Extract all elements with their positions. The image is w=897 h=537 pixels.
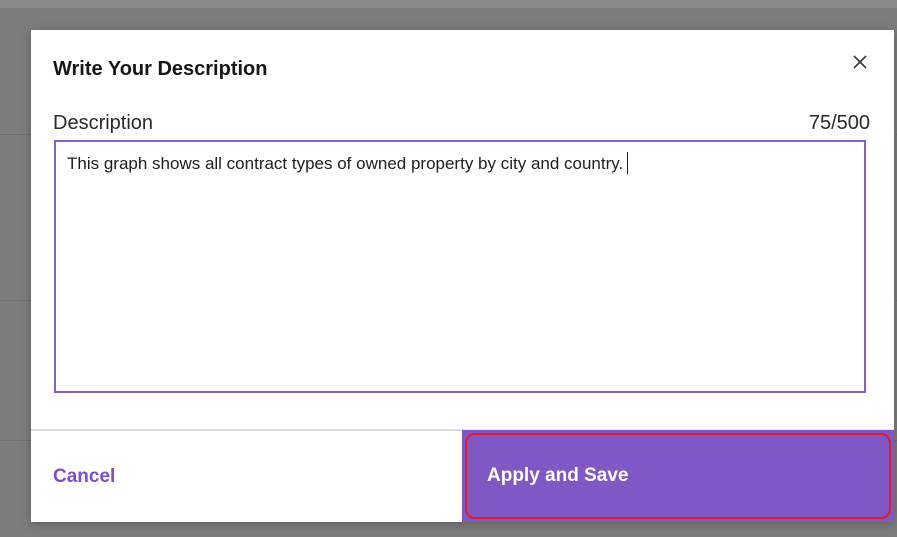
description-dialog: Write Your Description Description 75/50… — [31, 30, 894, 522]
character-counter: 75/500 — [808, 112, 870, 134]
cancel-button[interactable]: Cancel — [31, 430, 462, 522]
dialog-footer: Cancel Apply and Save — [31, 429, 894, 522]
close-icon[interactable] — [848, 50, 872, 74]
description-text: This graph shows all contract types of o… — [67, 154, 624, 173]
text-caret — [627, 152, 629, 174]
description-textarea[interactable]: This graph shows all contract types of o… — [54, 140, 866, 393]
backdrop-top — [0, 0, 897, 8]
apply-button-container: Apply and Save — [462, 430, 894, 522]
field-label-row: Description 75/500 — [53, 112, 870, 135]
description-label: Description — [53, 112, 154, 134]
dialog-title: Write Your Description — [53, 58, 268, 80]
apply-and-save-button[interactable]: Apply and Save — [465, 433, 891, 519]
